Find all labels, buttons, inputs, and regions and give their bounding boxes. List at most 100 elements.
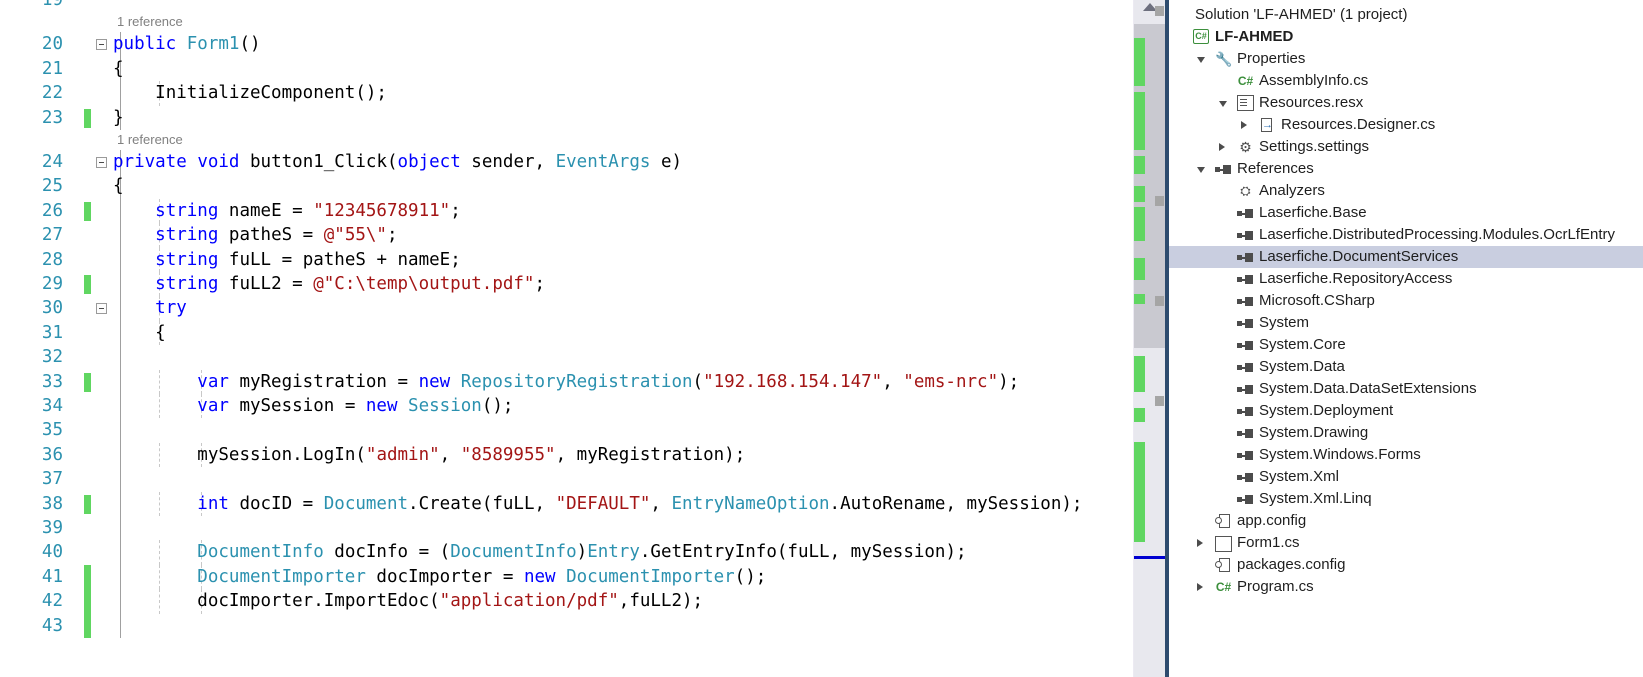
tree-item-resources-resx[interactable]: Resources.resx <box>1169 92 1643 114</box>
line-number: 32 <box>41 347 63 368</box>
code-line[interactable]: 43 <box>0 613 1133 638</box>
tree-item-properties[interactable]: 🔧 Properties <box>1169 48 1643 70</box>
tree-item-label: References <box>1237 160 1314 177</box>
code-line[interactable]: 40 DocumentInfo docInfo = (DocumentInfo)… <box>0 540 1133 565</box>
solution-explorer-panel[interactable]: Solution 'LF-AHMED' (1 project) C# LF-AHME… <box>1165 0 1643 677</box>
code-line[interactable]: 39 <box>0 516 1133 541</box>
tree-item-system-data[interactable]: System.Data <box>1169 356 1643 378</box>
chevron-down-icon[interactable] <box>1197 57 1205 63</box>
reference-icon <box>1237 249 1254 265</box>
tree-item-label: LF-AHMED <box>1215 28 1294 45</box>
code-line[interactable]: 23} <box>0 105 1133 130</box>
code-line[interactable]: 20 public Form1() <box>0 32 1133 57</box>
code-line[interactable]: 21 { <box>0 56 1133 82</box>
chevron-right-icon[interactable] <box>1241 121 1247 129</box>
tree-item-lf-docsvc[interactable]: Laserfiche.DocumentServices <box>1169 246 1643 268</box>
tree-item-solution[interactable]: Solution 'LF-AHMED' (1 project) <box>1169 4 1643 26</box>
code-line[interactable]: 24 private void button1_Click(object send… <box>0 150 1133 175</box>
line-number: 26 <box>41 200 63 221</box>
tree-item-system-core[interactable]: System.Core <box>1169 334 1643 356</box>
config-file-icon <box>1215 557 1232 573</box>
chevron-right-icon[interactable] <box>1197 539 1203 547</box>
code-line[interactable]: 35 <box>0 418 1133 443</box>
code-editor[interactable]: 19 1 reference 20 public Form1() 21 {22 Initi… <box>0 0 1133 677</box>
code-line[interactable]: 26 string nameE = "12345678911"; <box>0 198 1133 224</box>
code-line[interactable]: 41 DocumentImporter docImporter = new Do… <box>0 564 1133 590</box>
codelens-reference[interactable]: 1 reference <box>0 130 1133 150</box>
structure-guide-line <box>120 418 121 443</box>
code-line[interactable]: 27 string patheS = @"55\"; <box>0 223 1133 248</box>
tree-item-label: AssemblyInfo.cs <box>1259 72 1369 89</box>
tree-item-form1[interactable]: Form1.cs <box>1169 532 1643 554</box>
code-line[interactable]: 22 InitializeComponent(); <box>0 81 1133 106</box>
tree-item-label: Laserfiche.DocumentServices <box>1259 248 1459 265</box>
code-line[interactable]: 30 try <box>0 296 1133 321</box>
tree-item-label: Laserfiche.RepositoryAccess <box>1259 270 1453 287</box>
line-number: 33 <box>41 371 63 392</box>
codelens-reference[interactable]: 1 reference <box>0 12 1133 32</box>
code-text: var myRegistration = new RepositoryRegis… <box>197 371 1020 392</box>
tree-item-lf-base[interactable]: Laserfiche.Base <box>1169 202 1643 224</box>
code-text: public Form1() <box>113 34 261 55</box>
tree-item-analyzers[interactable]: ⛭ Analyzers <box>1169 180 1643 202</box>
chevron-right-icon[interactable] <box>1219 143 1225 151</box>
tree-item-system[interactable]: System <box>1169 312 1643 334</box>
code-line[interactable]: 31 { <box>0 320 1133 346</box>
tree-item-app-config[interactable]: app.config <box>1169 510 1643 532</box>
gear-icon: ⚙ <box>1239 139 1252 155</box>
line-number: 40 <box>41 542 63 563</box>
tree-item-system-winforms[interactable]: System.Windows.Forms <box>1169 444 1643 466</box>
line-number: 19 <box>41 0 63 10</box>
code-text: DocumentInfo docInfo = (DocumentInfo)Ent… <box>197 542 967 563</box>
chevron-down-icon[interactable] <box>1219 101 1227 107</box>
fold-toggle-icon[interactable] <box>96 39 107 51</box>
annotation-marker <box>1155 196 1164 206</box>
code-line[interactable]: 33 var myRegistration = new RepositoryRe… <box>0 369 1133 394</box>
code-line[interactable]: 29 string fuLL2 = @"C:\temp\output.pdf"; <box>0 272 1133 297</box>
reference-icon <box>1237 205 1254 221</box>
tree-item-system-deployment[interactable]: System.Deployment <box>1169 400 1643 422</box>
editor-vertical-scrollbar[interactable] <box>1133 0 1166 677</box>
fold-toggle-icon[interactable] <box>96 157 107 168</box>
tree-item-system-xml-linq[interactable]: System.Xml.Linq <box>1169 488 1643 510</box>
reference-icon <box>1237 425 1254 441</box>
code-line[interactable]: 37 <box>0 467 1133 492</box>
tree-item-lf-repo[interactable]: Laserfiche.RepositoryAccess <box>1169 268 1643 290</box>
code-line[interactable]: 19 <box>0 0 1133 12</box>
code-line[interactable]: 32 <box>0 345 1133 370</box>
tree-item-settings[interactable]: ⚙ Settings.settings <box>1169 136 1643 158</box>
line-number: 27 <box>41 225 63 246</box>
designer-file-icon <box>1259 114 1276 136</box>
code-line[interactable]: 36 mySession.LogIn("admin", "8589955", m… <box>0 442 1133 468</box>
line-number: 43 <box>41 615 63 636</box>
code-line[interactable]: 42 docImporter.ImportEdoc("application/p… <box>0 589 1133 614</box>
tree-item-system-drawing[interactable]: System.Drawing <box>1169 422 1643 444</box>
tree-item-ms-csharp[interactable]: Microsoft.CSharp <box>1169 290 1643 312</box>
tree-item-assemblyinfo[interactable]: C# AssemblyInfo.cs <box>1169 70 1643 92</box>
code-text: string nameE = "12345678911"; <box>155 200 461 221</box>
tree-item-system-xml[interactable]: System.Xml <box>1169 466 1643 488</box>
code-line[interactable]: 38 int docID = Document.Create(fuLL, "DE… <box>0 491 1133 516</box>
tree-item-project[interactable]: C# LF-AHMED <box>1169 26 1643 48</box>
reference-icon <box>1237 491 1254 507</box>
tree-item-system-data-dse[interactable]: System.Data.DataSetExtensions <box>1169 378 1643 400</box>
visual-studio-window: 19 1 reference 20 public Form1() 21 {22 Initi… <box>0 0 1643 677</box>
change-marker <box>1134 186 1145 202</box>
code-line[interactable]: 34 var mySession = new Session(); <box>0 394 1133 419</box>
tree-item-program-cs[interactable]: C# Program.cs <box>1169 576 1643 598</box>
chevron-down-icon[interactable] <box>1197 167 1205 173</box>
tree-item-packages-config[interactable]: packages.config <box>1169 554 1643 576</box>
code-line[interactable]: 25 { <box>0 174 1133 199</box>
code-text: string patheS = @"55\"; <box>155 225 398 246</box>
code-line[interactable]: 28 string fuLL = patheS + nameE; <box>0 247 1133 272</box>
line-number: 39 <box>41 518 63 538</box>
tree-item-lf-dp[interactable]: Laserfiche.DistributedProcessing.Modules… <box>1169 224 1643 246</box>
chevron-right-icon[interactable] <box>1197 583 1203 591</box>
tree-item-label: Microsoft.CSharp <box>1259 292 1375 309</box>
fold-toggle-icon[interactable] <box>96 303 107 315</box>
reference-icon <box>1237 469 1254 485</box>
tree-item-references[interactable]: References <box>1169 158 1643 180</box>
tree-item-resources-designer[interactable]: Resources.Designer.cs <box>1169 114 1643 136</box>
tree-item-label: System.Drawing <box>1259 424 1369 441</box>
solution-explorer-tree[interactable]: Solution 'LF-AHMED' (1 project) C# LF-AHME… <box>1169 0 1643 598</box>
